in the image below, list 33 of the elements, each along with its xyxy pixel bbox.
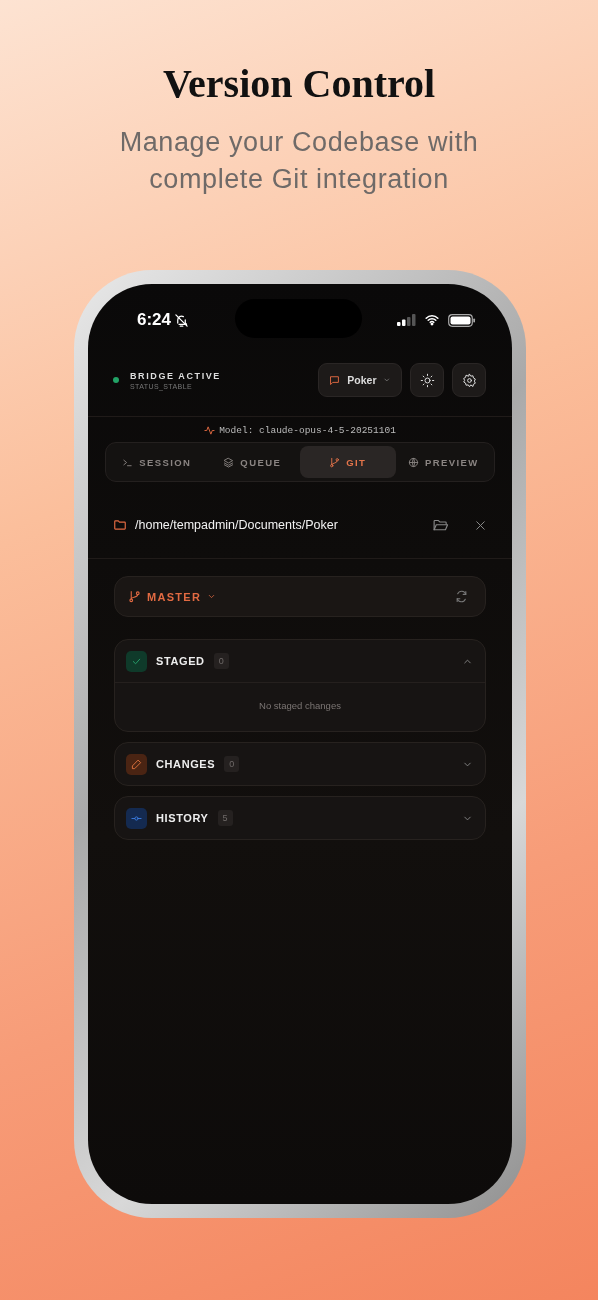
project-button[interactable]: Poker bbox=[318, 363, 402, 397]
tab[interactable]: QUEUE bbox=[204, 446, 300, 478]
section-header[interactable]: STAGED 0 bbox=[115, 640, 485, 682]
pencil-icon bbox=[131, 758, 142, 770]
status-dot bbox=[113, 377, 119, 383]
settings-button[interactable] bbox=[452, 363, 486, 397]
signal-icon bbox=[397, 314, 416, 326]
section-header[interactable]: CHANGES 0 bbox=[115, 743, 485, 785]
wifi-icon bbox=[423, 313, 441, 327]
branch-icon bbox=[329, 456, 341, 468]
tab[interactable]: GIT bbox=[300, 446, 396, 478]
layers-icon bbox=[223, 456, 235, 468]
pulse-icon bbox=[204, 425, 216, 436]
bridge-title: BRIDGE ACTIVE bbox=[130, 370, 221, 381]
battery-icon bbox=[448, 313, 476, 327]
refresh-icon bbox=[455, 590, 468, 603]
theme-button[interactable] bbox=[410, 363, 444, 397]
branch-icon bbox=[128, 590, 141, 603]
empty-message: No staged changes bbox=[115, 682, 485, 731]
sun-icon bbox=[419, 372, 435, 388]
section-header[interactable]: HISTORY 5 bbox=[115, 797, 485, 839]
page-title: Version Control bbox=[162, 60, 436, 108]
tab[interactable]: SESSION bbox=[109, 446, 205, 478]
tab[interactable]: PREVIEW bbox=[395, 446, 491, 478]
page-subtitle: Manage your Codebase with complete Git integration bbox=[118, 126, 480, 196]
project-path: /home/tempadmin/Documents/Poker bbox=[135, 518, 339, 532]
folder-icon bbox=[113, 518, 127, 532]
settings-icon bbox=[461, 372, 477, 388]
globe-icon bbox=[407, 456, 419, 468]
chevron-down-icon bbox=[207, 592, 217, 601]
clock-time: 6:24 bbox=[137, 310, 172, 330]
model-label: Model: claude-opus-4-5-20251101 bbox=[219, 425, 396, 436]
branch-selector[interactable]: MASTER bbox=[114, 576, 486, 617]
